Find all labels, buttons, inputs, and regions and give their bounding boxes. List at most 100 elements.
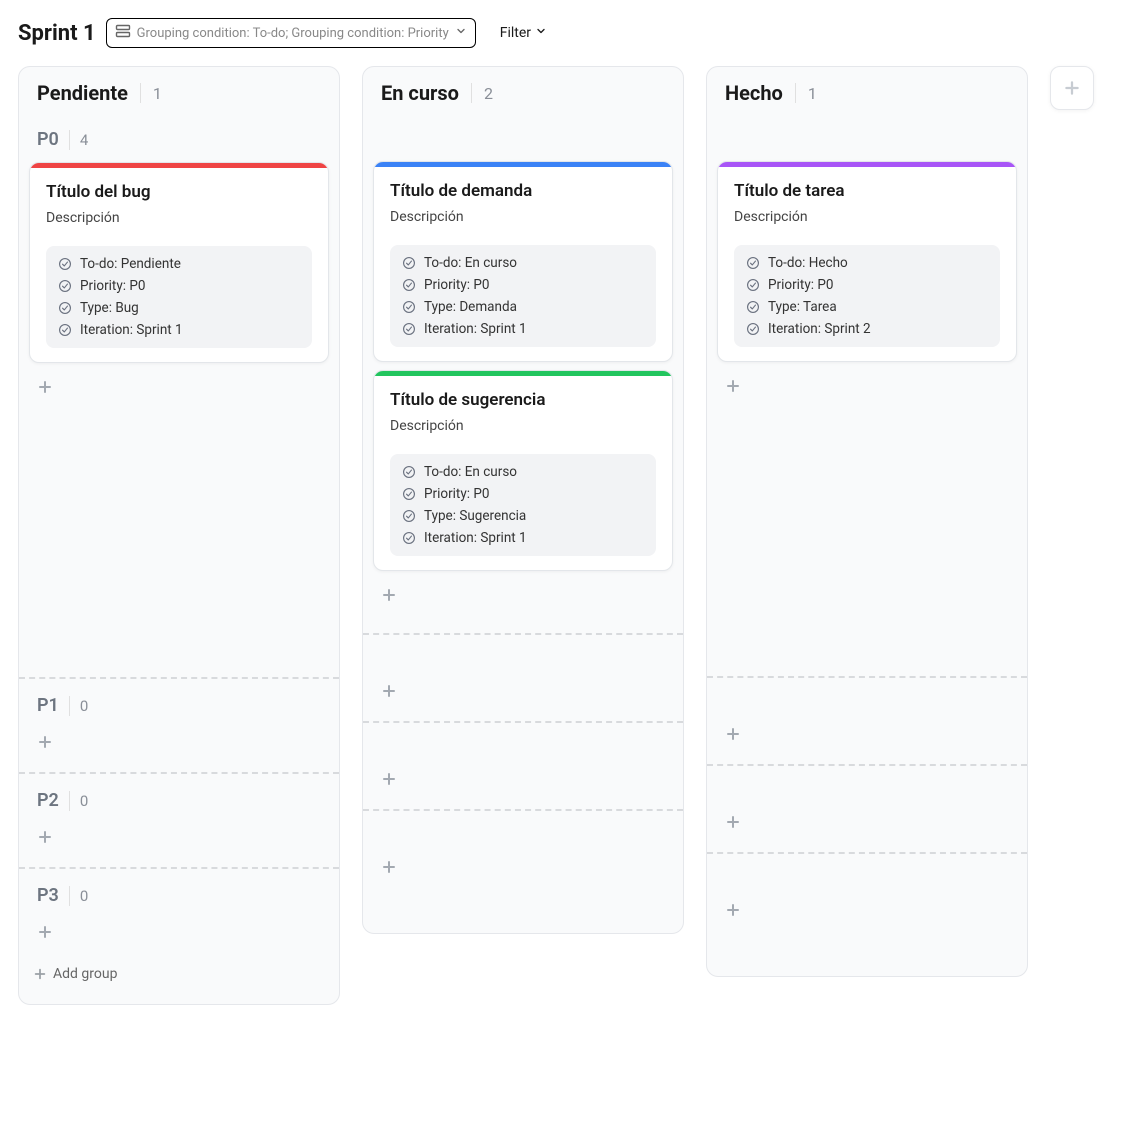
prop-text: To-do: En curso	[424, 464, 517, 480]
column-header: En curso 2	[363, 67, 683, 113]
plus-icon	[725, 726, 741, 742]
plus-icon	[37, 734, 53, 750]
group-header: P3 0	[25, 879, 333, 916]
add-card-button[interactable]	[713, 806, 1021, 842]
top-bar: Sprint 1 Grouping condition: To-do; Grou…	[18, 18, 1118, 48]
filter-dropdown[interactable]: Filter	[500, 25, 547, 41]
add-card-button[interactable]	[369, 675, 677, 711]
kanban-board: Pendiente 1 P0 4 Título del bug Descripc…	[18, 66, 1118, 1005]
card-prop: Iteration: Sprint 1	[58, 322, 300, 338]
add-card-button[interactable]	[369, 579, 677, 615]
check-circle-icon	[746, 278, 760, 292]
divider	[69, 886, 70, 906]
column-count: 2	[484, 84, 493, 103]
group-p1	[707, 688, 1027, 758]
divider	[69, 791, 70, 811]
plus-icon	[725, 378, 741, 394]
prop-text: Priority: P0	[768, 277, 833, 293]
group-divider	[363, 721, 683, 723]
check-circle-icon	[402, 278, 416, 292]
add-column-button[interactable]	[1050, 66, 1094, 110]
card-properties: To-do: Hecho Priority: P0 Type: Tarea It…	[734, 245, 1000, 347]
spacer	[707, 410, 1027, 670]
prop-text: Iteration: Sprint 1	[424, 321, 527, 337]
check-circle-icon	[402, 465, 416, 479]
column-hecho: Hecho 1 Título de tarea Descripción To-d…	[706, 66, 1028, 977]
card-prop: Iteration: Sprint 2	[746, 321, 988, 337]
add-card-button[interactable]	[713, 718, 1021, 754]
check-circle-icon	[402, 300, 416, 314]
spacer	[363, 619, 683, 627]
spacer	[713, 123, 1021, 159]
plus-icon	[33, 967, 47, 981]
group-count: 0	[80, 887, 88, 905]
card-prop: Priority: P0	[58, 278, 300, 294]
divider	[69, 130, 70, 150]
check-circle-icon	[402, 256, 416, 270]
group-p0: P0 4 Título del bug Descripción To-do: P…	[19, 113, 339, 411]
card-title: Título de sugerencia	[390, 390, 656, 410]
filter-label: Filter	[500, 25, 531, 41]
card[interactable]: Título de sugerencia Descripción To-do: …	[373, 370, 673, 571]
card[interactable]: Título del bug Descripción To-do: Pendie…	[29, 162, 329, 363]
add-group-button[interactable]: Add group	[19, 956, 339, 992]
column-en-curso: En curso 2 Título de demanda Descripción…	[362, 66, 684, 934]
group-divider	[19, 772, 339, 774]
divider	[69, 696, 70, 716]
plus-icon	[37, 924, 53, 940]
group-label: P0	[37, 129, 59, 150]
plus-icon	[37, 379, 53, 395]
prop-text: To-do: En curso	[424, 255, 517, 271]
check-circle-icon	[402, 531, 416, 545]
card-properties: To-do: En curso Priority: P0 Type: Suger…	[390, 454, 656, 556]
spacer	[707, 934, 1027, 964]
card-prop: To-do: Pendiente	[58, 256, 300, 272]
prop-text: Priority: P0	[424, 277, 489, 293]
check-circle-icon	[402, 322, 416, 336]
add-card-button[interactable]	[369, 763, 677, 799]
group-count: 0	[80, 697, 88, 715]
chevron-down-icon	[535, 25, 547, 41]
spacer	[19, 411, 339, 671]
add-card-button[interactable]	[369, 851, 677, 887]
column-count: 1	[808, 84, 817, 103]
group-p2	[707, 776, 1027, 846]
grouping-condition-dropdown[interactable]: Grouping condition: To-do; Grouping cond…	[106, 18, 476, 48]
card[interactable]: Título de tarea Descripción To-do: Hecho…	[717, 161, 1017, 362]
card-prop: Type: Tarea	[746, 299, 988, 315]
group-divider	[19, 867, 339, 869]
group-label: P1	[37, 695, 59, 716]
prop-text: Type: Demanda	[424, 299, 517, 315]
check-circle-icon	[58, 279, 72, 293]
prop-text: Priority: P0	[424, 486, 489, 502]
sprint-title: Sprint 1	[18, 21, 96, 46]
group-label: P3	[37, 885, 59, 906]
group-divider	[19, 677, 339, 679]
card[interactable]: Título de demanda Descripción To-do: En …	[373, 161, 673, 362]
card-properties: To-do: En curso Priority: P0 Type: Deman…	[390, 245, 656, 347]
group-divider	[363, 633, 683, 635]
add-card-button[interactable]	[25, 916, 333, 952]
prop-text: To-do: Pendiente	[80, 256, 181, 272]
add-card-button[interactable]	[713, 370, 1021, 406]
spacer	[369, 123, 677, 159]
group-divider	[363, 809, 683, 811]
add-group-label: Add group	[53, 966, 117, 982]
group-p3	[707, 864, 1027, 934]
add-card-button[interactable]	[25, 726, 333, 762]
add-card-button[interactable]	[25, 821, 333, 857]
column-count: 1	[153, 84, 162, 103]
add-card-button[interactable]	[713, 894, 1021, 930]
prop-text: Type: Sugerencia	[424, 508, 526, 524]
plus-icon	[725, 902, 741, 918]
column-title: Hecho	[725, 81, 783, 105]
plus-icon	[725, 814, 741, 830]
divider	[140, 83, 141, 103]
column-title: En curso	[381, 81, 459, 105]
group-p1	[363, 645, 683, 715]
prop-text: To-do: Hecho	[768, 255, 848, 271]
plus-icon	[381, 859, 397, 875]
group-header: P0 4	[25, 123, 333, 160]
prop-text: Iteration: Sprint 2	[768, 321, 871, 337]
add-card-button[interactable]	[25, 371, 333, 407]
